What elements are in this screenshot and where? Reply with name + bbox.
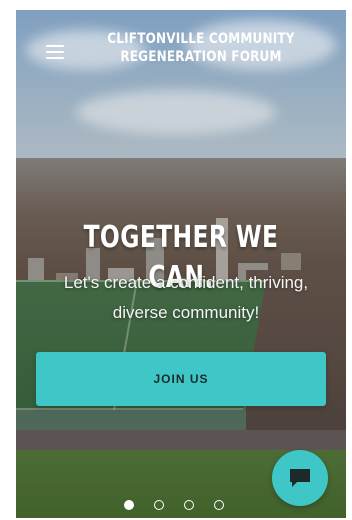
brand-line-2: REGENERATION FORUM xyxy=(120,49,282,65)
hero-subhead: Let's create a confident, thriving, dive… xyxy=(63,273,309,322)
chat-button[interactable] xyxy=(272,450,328,506)
hamburger-menu-icon[interactable] xyxy=(46,45,64,59)
carousel-dot-1[interactable] xyxy=(124,500,134,510)
join-us-button[interactable]: JOIN US xyxy=(36,352,326,406)
hero-section: CLIFTONVILLE COMMUNITY REGENERATION FORU… xyxy=(16,10,346,518)
brand-line-1: CLIFTONVILLE COMMUNITY xyxy=(107,31,295,47)
chat-bubble-icon xyxy=(290,469,310,487)
carousel-dot-4[interactable] xyxy=(214,500,224,510)
carousel-dot-2[interactable] xyxy=(154,500,164,510)
carousel-indicators xyxy=(124,500,244,514)
site-brand[interactable]: CLIFTONVILLE COMMUNITY REGENERATION FORU… xyxy=(94,30,309,66)
carousel-dot-3[interactable] xyxy=(184,500,194,510)
